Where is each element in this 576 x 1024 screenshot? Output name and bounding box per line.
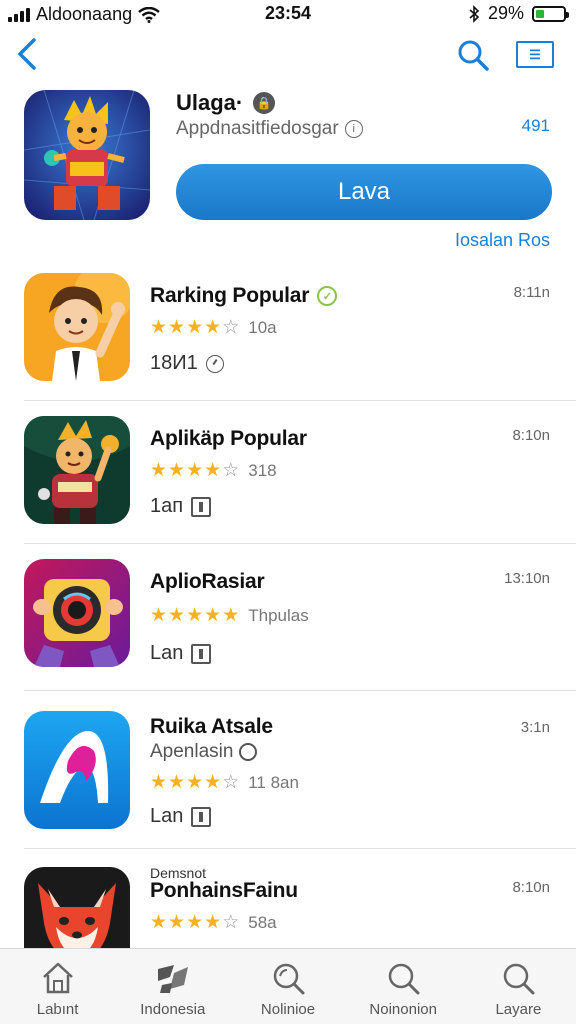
app-name: Aplikäp Popular: [150, 427, 307, 450]
app-list: Rarking Popular ✓ 8:11n ★ ★ ★ ★ ☆ 10a 18И1: [0, 258, 576, 992]
star-icon: ★: [150, 460, 168, 481]
star-icon: ★: [186, 460, 204, 481]
battery-level: [536, 9, 544, 18]
app-meta: 3:1n: [520, 719, 550, 736]
tab-search-1[interactable]: Nolinioe: [230, 949, 345, 1024]
star-icon: ★: [150, 772, 168, 793]
letter-a-icon: [24, 711, 130, 829]
lock-icon: 🔒: [253, 92, 276, 114]
star-icon: ★: [150, 605, 168, 626]
star-icon: ★: [168, 772, 186, 793]
rating-label: 10a: [248, 317, 277, 337]
app-name: Ruika Atsale: [150, 715, 273, 738]
app-subtitle: Apenlasin: [150, 741, 258, 763]
star-icon: ★: [204, 772, 222, 793]
star-icon: ★: [168, 460, 186, 481]
info-icon: i: [344, 120, 363, 138]
list-view-icon[interactable]: ☰: [516, 41, 554, 68]
list-item[interactable]: Rarking Popular ✓ 8:11n ★ ★ ★ ★ ☆ 10a 18И1: [24, 258, 576, 401]
bluetooth-icon: [469, 4, 480, 23]
featured-link[interactable]: Iosalan Ros: [455, 230, 550, 251]
gear-icon: [239, 743, 258, 761]
featured-count: 491: [521, 116, 550, 135]
featured-subtitle: Appdnasitfiedosgar i: [176, 118, 363, 140]
app-meta: 8:10n: [512, 427, 550, 444]
boy-character-icon: [24, 273, 130, 381]
battery-icon: [532, 5, 569, 22]
star-rating: ★ ★ ★ ★ ☆ 58a: [150, 911, 277, 934]
star-icon: ★: [222, 605, 240, 626]
star-icon: ★: [168, 912, 186, 933]
search-icon: [388, 963, 420, 995]
app-name: Rarking Popular ✓: [150, 284, 338, 308]
app-foot: 18И1: [150, 352, 224, 375]
star-icon: ☆: [222, 772, 240, 793]
tab-bar: Labınt Indonesia Nolinioe Noinonion Laya…: [0, 948, 576, 1024]
app-foot: Lan: [150, 642, 212, 665]
cartoon-hero-icon[interactable]: [24, 90, 150, 220]
tab-search-2[interactable]: Noinonion: [346, 949, 461, 1024]
rating-label: Thpulas: [248, 605, 309, 625]
download-box-icon: [191, 806, 212, 827]
star-icon: ★: [150, 912, 168, 933]
app-foot: Lan: [150, 805, 212, 828]
app-meta: 8:11n: [513, 284, 550, 301]
tab-home[interactable]: Labınt: [0, 949, 115, 1024]
star-icon: ★: [204, 317, 222, 338]
app-name: PonhainsFainu: [150, 879, 298, 902]
list-item[interactable]: Ruika Atsale 3:1n Apenlasin ★ ★ ★ ★ ☆ 11 8an …: [24, 691, 576, 849]
app-foot: 1aп: [150, 495, 212, 518]
star-icon: ★: [168, 605, 186, 626]
search-icon: [504, 963, 535, 995]
star-rating: ★ ★ ★ ★ ☆ 10a: [150, 316, 277, 339]
verified-icon: ✓: [317, 286, 338, 306]
star-rating: ★ ★ ★ ★ ☆ 11 8an: [150, 771, 299, 794]
status-bar: Aldoonaang 23:54 29%: [0, 0, 576, 28]
get-button[interactable]: Lava: [176, 164, 552, 220]
apps-icon: [157, 965, 188, 993]
app-meta: 8:10n: [512, 879, 550, 896]
star-icon: ★: [204, 605, 222, 626]
star-icon: ★: [204, 912, 222, 933]
list-item[interactable]: AplioRasiar 13:10n ★ ★ ★ ★ ★ Thpulas Lan: [24, 544, 576, 691]
rating-label: 11 8an: [248, 772, 299, 792]
battery-percent: 29%: [487, 3, 524, 23]
rating-label: 58a: [248, 912, 277, 932]
star-icon: ★: [168, 317, 186, 338]
girl-character-icon: [24, 416, 130, 524]
tab-search-3[interactable]: Layare: [461, 949, 576, 1024]
featured-app: Ulaga· 🔒 Appdnasitfiedosgar i 491 Lava I…: [0, 90, 576, 258]
app-meta: 13:10n: [504, 570, 550, 587]
star-icon: ★: [186, 605, 204, 626]
star-icon: ★: [186, 912, 204, 933]
star-icon: ★: [186, 317, 204, 338]
list-item[interactable]: Aplikäp Popular 8:10n ★ ★ ★ ★ ☆ 318 1aп: [24, 401, 576, 544]
star-icon: ★: [186, 772, 204, 793]
rating-label: 318: [248, 460, 277, 480]
download-box-icon: [191, 496, 212, 517]
star-rating: ★ ★ ★ ★ ★ Thpulas: [150, 604, 309, 627]
star-icon: ☆: [222, 912, 240, 933]
app-name: AplioRasiar: [150, 570, 265, 593]
download-box-icon: [191, 643, 212, 664]
clock-icon: [205, 354, 224, 373]
home-icon: [42, 962, 73, 994]
camera-lens-icon: [24, 559, 130, 667]
star-icon: ☆: [222, 317, 240, 338]
back-chevron-icon[interactable]: [12, 36, 44, 72]
star-icon: ★: [204, 460, 222, 481]
search-icon[interactable]: [456, 38, 490, 72]
featured-title: Ulaga· 🔒: [176, 90, 276, 116]
tab-apps[interactable]: Indonesia: [115, 949, 230, 1024]
navigation-bar: ☰: [0, 30, 576, 80]
search-icon: [273, 963, 305, 995]
star-icon: ☆: [222, 460, 240, 481]
star-rating: ★ ★ ★ ★ ☆ 318: [150, 459, 277, 482]
star-icon: ★: [150, 317, 168, 338]
